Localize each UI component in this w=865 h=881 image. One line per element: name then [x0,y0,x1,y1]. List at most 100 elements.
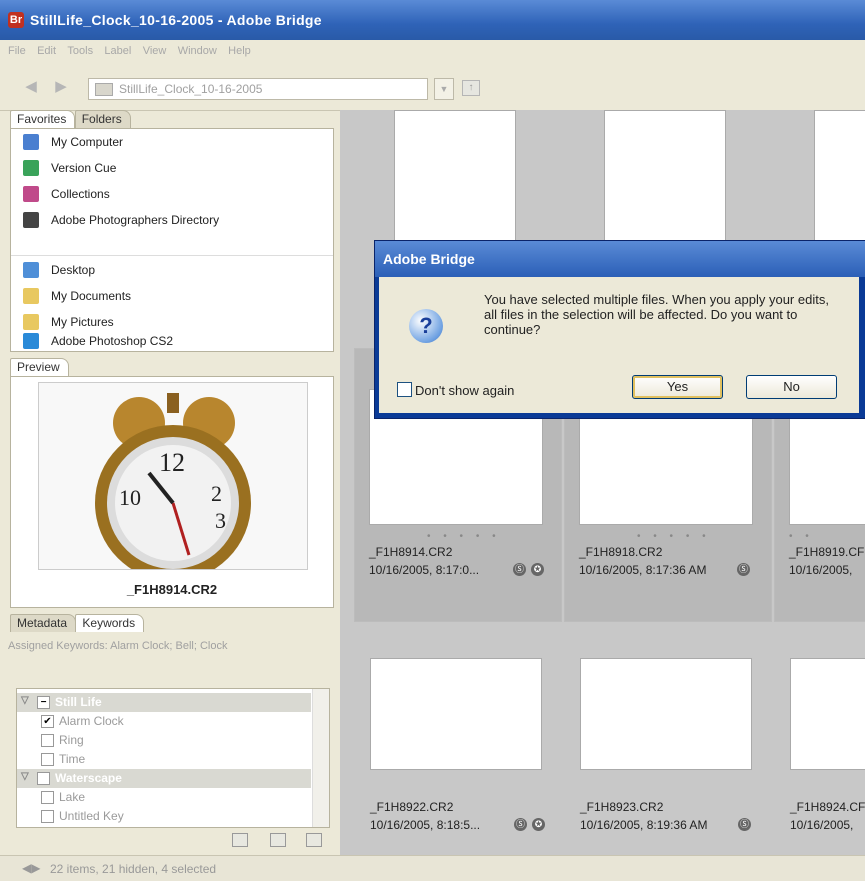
dialog-title: Adobe Bridge [383,251,475,267]
keyword-checkbox[interactable] [41,810,54,823]
preview-caption: _F1H8914.CR2 [126,582,218,597]
crop-badge-icon: ✪ [531,563,544,576]
thumbnail-date: 10/16/2005, 8:17:36 AM [579,563,707,577]
keyword-label: Alarm Clock [59,714,124,728]
favorite-my-computer[interactable]: My Computer [11,129,333,155]
favorites-list: My Computer Version Cue Collections Adob… [10,128,334,352]
svg-text:3: 3 [215,508,226,533]
thumbnail-image[interactable] [790,658,865,770]
thumbnail-filename: _F1H8923.CR2 [580,800,664,814]
keyword-item-ring[interactable]: Ring [17,731,311,750]
keyword-checkbox[interactable]: − [37,696,50,709]
thumbnail-image[interactable] [370,658,542,770]
menu-label[interactable]: Label [104,45,131,57]
camera-tripod-icon [23,212,39,228]
keyword-item-untitled-key[interactable]: Untitled Key [17,807,311,826]
folder-icon [23,288,39,304]
panel-toggle-icon[interactable]: ◀▶ [22,861,40,875]
assigned-keywords: Assigned Keywords: Alarm Clock; Bell; Cl… [8,640,228,652]
settings-badge-icon: Ⓢ [513,563,526,576]
menu-view[interactable]: View [143,45,167,57]
path-dropdown[interactable]: StillLife_Clock_10-16-2005 [88,78,428,100]
keyword-checkbox[interactable] [37,772,50,785]
thumbnail-image[interactable] [394,110,516,242]
favorite-adobe-photographers-directory[interactable]: Adobe Photographers Directory [11,207,333,233]
thumbnail-image[interactable] [604,110,726,242]
keyword-item-time[interactable]: Time [17,750,311,769]
favorite-desktop[interactable]: Desktop [11,257,333,283]
dont-show-again-label[interactable]: Don't show again [415,383,514,398]
confirm-dialog: Adobe Bridge ? You have selected multipl… [374,240,865,419]
back-arrow-icon[interactable]: ◀ [22,78,40,96]
tab-folders[interactable]: Folders [74,110,131,128]
favorite-collections[interactable]: Collections [11,181,333,207]
yes-button[interactable]: Yes [632,375,723,399]
favorite-label: My Pictures [51,315,114,329]
expand-triangle-icon[interactable]: ▽ [21,695,29,706]
keyword-label: Lake [59,790,86,804]
go-up-folder-icon[interactable]: ↑ [462,80,480,96]
tab-metadata[interactable]: Metadata [10,614,77,632]
new-keyword-set-icon[interactable] [232,833,248,847]
forward-arrow-icon[interactable]: ▶ [52,78,70,96]
adobe-bridge-app-icon: Br [8,12,24,28]
settings-badge-icon: Ⓢ [514,818,527,831]
new-keyword-icon[interactable] [270,833,286,847]
keyword-item-lake[interactable]: Lake [17,788,311,807]
title-bar: Br StillLife_Clock_10-16-2005 - Adobe Br… [0,0,865,40]
favorite-label: Adobe Photoshop CS2 [51,334,174,348]
keyword-checkbox[interactable]: ✔ [41,715,54,728]
rating-dots[interactable]: • • • • • [427,531,501,542]
photoshop-feather-icon [23,333,39,349]
keyword-checkbox[interactable] [41,753,54,766]
thumbnail-image[interactable] [580,658,752,770]
expand-triangle-icon[interactable]: ▽ [21,771,29,782]
toolbar: ◀ ▶ StillLife_Clock_10-16-2005 ▼ ↑ [0,64,865,111]
tab-keywords[interactable]: Keywords [75,614,145,632]
thumbnail-image[interactable] [814,110,865,242]
favorite-label: My Computer [51,135,124,149]
keyword-checkbox[interactable] [41,734,54,747]
keyword-category-waterscape[interactable]: ▽ Waterscape [17,769,311,788]
thumbnail-date: 10/16/2005, 8:19:36 AM [580,818,708,832]
menu-edit[interactable]: Edit [37,45,56,57]
svg-text:10: 10 [119,485,141,510]
settings-badge-icon: Ⓢ [737,563,750,576]
favorite-label: Desktop [51,263,96,277]
preview-image: 12 2 3 10 [38,382,308,570]
favorites-tabs: Favorites Folders [10,110,131,128]
keyword-checkbox[interactable] [41,791,54,804]
no-button[interactable]: No [746,375,837,399]
keyword-label: Waterscape [55,771,122,785]
dialog-body: ? You have selected multiple files. When… [379,277,859,413]
tab-preview[interactable]: Preview [10,358,69,376]
favorite-my-pictures[interactable]: My Pictures [11,309,333,335]
favorite-adobe-photoshop-cs2[interactable]: Adobe Photoshop CS2 [11,333,333,351]
menu-file[interactable]: File [8,45,26,57]
favorites-divider [11,255,333,256]
content-thumbnails-area: • • • • • _F1H8914.CR2 10/16/2005, 8:17:… [340,110,865,855]
keyword-item-alarm-clock[interactable]: ✔ Alarm Clock [17,712,311,731]
path-dropdown-button[interactable]: ▼ [434,78,454,100]
favorite-label: Version Cue [51,161,117,175]
menu-help[interactable]: Help [228,45,251,57]
keyword-scrollbar[interactable] [312,689,329,827]
thumbnail-filename: _F1H8914.CR2 [369,545,453,559]
keyword-label: Ring [59,733,84,747]
preview-tabs: Preview [10,358,69,376]
tab-favorites[interactable]: Favorites [10,110,76,128]
rating-dots[interactable]: • • [789,531,814,542]
menu-tools[interactable]: Tools [67,45,93,57]
favorite-version-cue[interactable]: Version Cue [11,155,333,181]
keyword-label: Still Life [55,695,102,709]
keyword-category-still-life[interactable]: ▽ − Still Life [17,693,311,712]
dialog-title-bar[interactable]: Adobe Bridge [375,241,865,277]
folder-icon [95,83,113,96]
favorite-my-documents[interactable]: My Documents [11,283,333,309]
rating-dots[interactable]: • • • • • [637,531,711,542]
thumbnail-filename: _F1H8918.CR2 [579,545,663,559]
folder-pictures-icon [23,314,39,330]
dont-show-again-checkbox[interactable] [397,382,412,397]
trash-icon[interactable] [306,833,322,847]
menu-window[interactable]: Window [178,45,217,57]
